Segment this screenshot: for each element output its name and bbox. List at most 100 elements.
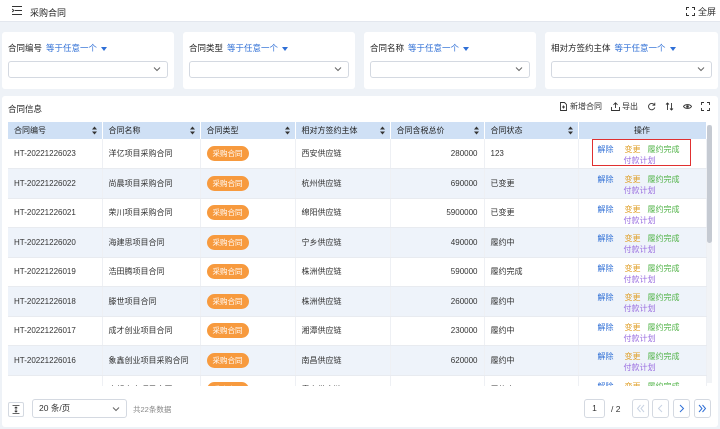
complete-link[interactable]: 履约完成 bbox=[648, 144, 680, 155]
sort-caret-icon[interactable] bbox=[567, 126, 573, 135]
sort-settings-button[interactable] bbox=[665, 102, 674, 111]
change-link[interactable]: 变更 bbox=[625, 292, 641, 303]
complete-link[interactable]: 履约完成 bbox=[648, 263, 680, 274]
filter-operator[interactable]: 等于任意一个 bbox=[46, 43, 97, 53]
table-fullscreen-button[interactable] bbox=[701, 102, 710, 111]
filter-operator[interactable]: 等于任意一个 bbox=[408, 43, 459, 53]
filter-select[interactable] bbox=[189, 61, 349, 78]
sort-caret-icon[interactable] bbox=[189, 126, 195, 135]
complete-link[interactable]: 履约完成 bbox=[648, 204, 680, 215]
prev-page-button[interactable] bbox=[652, 399, 669, 418]
table-row[interactable]: HT-20221226021 荣川项目采购合同 采购合同 绵阳供应链 5900000 已变… bbox=[8, 198, 707, 228]
chevron-down-icon bbox=[112, 407, 120, 412]
terminate-link[interactable]: 解除 bbox=[598, 204, 614, 215]
new-contract-button[interactable]: 新增合同 bbox=[559, 101, 602, 112]
filter-select[interactable] bbox=[551, 61, 712, 78]
table-row[interactable]: HT-20221226023 洋亿项目采购合同 采购合同 西安供应链 280000 123… bbox=[8, 139, 707, 169]
complete-link[interactable]: 履约完成 bbox=[648, 233, 680, 244]
cell-code: HT-20221226017 bbox=[8, 316, 103, 346]
next-page-button[interactable] bbox=[673, 399, 690, 418]
terminate-link[interactable]: 解除 bbox=[598, 351, 614, 362]
fullscreen-button[interactable]: 全屏 bbox=[685, 5, 716, 18]
caret-down-icon[interactable] bbox=[101, 46, 108, 51]
current-page-input[interactable]: 1 bbox=[584, 399, 605, 418]
caret-down-icon[interactable] bbox=[463, 46, 470, 51]
column-header-name[interactable]: 合同名称 bbox=[102, 122, 201, 139]
column-visibility-button[interactable] bbox=[683, 102, 692, 111]
payment-plan-link[interactable]: 付款计划 bbox=[624, 185, 656, 196]
complete-link[interactable]: 履约完成 bbox=[648, 381, 680, 387]
change-link[interactable]: 变更 bbox=[625, 204, 641, 215]
filter-label: 相对方签约主体 bbox=[551, 43, 611, 53]
terminate-link[interactable]: 解除 bbox=[598, 233, 614, 244]
terminate-link[interactable]: 解除 bbox=[598, 381, 614, 387]
table-row[interactable]: HT-20221226016 象鑫创业项目采购合同 采购合同 南昌供应链 620000 履… bbox=[8, 345, 707, 376]
contract-table: 合同编号 合同名称 合同类型 相对方签约主体 合同含税总价 合同状态 操作 HT… bbox=[8, 122, 708, 386]
change-link[interactable]: 变更 bbox=[625, 322, 641, 333]
sort-caret-icon[interactable] bbox=[91, 126, 97, 135]
complete-link[interactable]: 履约完成 bbox=[648, 292, 680, 303]
terminate-link[interactable]: 解除 bbox=[598, 174, 614, 185]
payment-plan-link[interactable]: 付款计划 bbox=[624, 333, 656, 344]
change-link[interactable]: 变更 bbox=[625, 144, 641, 155]
filter-label: 合同编号 bbox=[8, 43, 43, 53]
table-row[interactable]: HT-20221226017 成才创业项目合同 采购合同 湘潭供应链 230000 履约中… bbox=[8, 316, 707, 346]
contract-type-tag: 采购合同 bbox=[206, 205, 249, 221]
payment-plan-link[interactable]: 付款计划 bbox=[624, 303, 656, 314]
change-link[interactable]: 变更 bbox=[625, 174, 641, 185]
complete-link[interactable]: 履约完成 bbox=[648, 351, 680, 362]
filter-select[interactable] bbox=[370, 61, 530, 78]
column-header-type[interactable]: 合同类型 bbox=[200, 122, 296, 139]
caret-down-icon[interactable] bbox=[669, 46, 676, 51]
table-row[interactable]: HT-20221226022 尚晨项目采购合同 采购合同 杭州供应链 690000 已变更… bbox=[8, 168, 707, 199]
cell-name: 成才创业项目合同 bbox=[102, 316, 201, 346]
table-row[interactable]: HT-20221226018 滕世项目合同 采购合同 株洲供应链 260000 履约中 解除… bbox=[8, 286, 707, 317]
change-link[interactable]: 变更 bbox=[625, 233, 641, 244]
cell-code: HT-20221226019 bbox=[8, 257, 103, 287]
change-link[interactable]: 变更 bbox=[625, 381, 641, 387]
cell-actions: 解除变更履约完成付款计划 bbox=[578, 375, 707, 387]
terminate-link[interactable]: 解除 bbox=[598, 263, 614, 274]
complete-link[interactable]: 履约完成 bbox=[648, 174, 680, 185]
page-size-select[interactable]: 20 条/页 bbox=[32, 399, 127, 418]
chevron-right-icon bbox=[679, 404, 685, 413]
last-page-button[interactable] bbox=[694, 399, 711, 418]
payment-plan-link[interactable]: 付款计划 bbox=[624, 155, 656, 166]
column-header-party[interactable]: 相对方签约主体 bbox=[295, 122, 391, 139]
change-link[interactable]: 变更 bbox=[625, 351, 641, 362]
first-page-button[interactable] bbox=[632, 399, 649, 418]
refresh-button[interactable] bbox=[647, 102, 656, 111]
sort-caret-icon[interactable] bbox=[284, 126, 290, 135]
table-scrollbar[interactable] bbox=[707, 125, 712, 383]
table-row[interactable]: HT-20221226015富想之家项目合同采购合同青岛供应链5600000履约… bbox=[8, 375, 707, 387]
sort-caret-icon[interactable] bbox=[473, 126, 479, 135]
terminate-link[interactable]: 解除 bbox=[598, 292, 614, 303]
filter-operator[interactable]: 等于任意一个 bbox=[227, 43, 278, 53]
table-row[interactable]: HT-20221226020 海建思项目合同 采购合同 宁乡供应链 490000 履约中解… bbox=[8, 227, 707, 258]
double-chevron-right-icon bbox=[698, 404, 707, 413]
terminate-link[interactable]: 解除 bbox=[598, 322, 614, 333]
payment-plan-link[interactable]: 付款计划 bbox=[624, 274, 656, 285]
terminate-link[interactable]: 解除 bbox=[598, 144, 614, 155]
filter-select[interactable] bbox=[8, 61, 168, 78]
column-header-amount[interactable]: 合同含税总价 bbox=[390, 122, 485, 139]
filter-operator[interactable]: 等于任意一个 bbox=[615, 43, 666, 53]
payment-plan-link[interactable]: 付款计划 bbox=[624, 244, 656, 255]
export-button[interactable]: 导出 bbox=[611, 101, 638, 112]
menu-collapse-icon[interactable] bbox=[12, 6, 22, 15]
payment-plan-link[interactable]: 付款计划 bbox=[624, 215, 656, 226]
column-header-code[interactable]: 合同编号 bbox=[8, 122, 103, 139]
scrollbar-thumb[interactable] bbox=[707, 125, 712, 243]
column-header-actions: 操作 bbox=[578, 122, 707, 139]
filter-label: 合同名称 bbox=[370, 43, 405, 53]
new-contract-label: 新增合同 bbox=[570, 102, 602, 111]
payment-plan-link[interactable]: 付款计划 bbox=[624, 362, 656, 373]
table-row[interactable]: HT-20221226019 浩田腾项目合同 采购合同 株洲供应链 590000 履约完成… bbox=[8, 257, 707, 287]
column-header-status[interactable]: 合同状态 bbox=[484, 122, 579, 139]
complete-link[interactable]: 履约完成 bbox=[648, 322, 680, 333]
filter-contract-name: 合同名称 等于任意一个 bbox=[364, 32, 536, 89]
change-link[interactable]: 变更 bbox=[625, 263, 641, 274]
table-density-button[interactable] bbox=[8, 402, 24, 417]
caret-down-icon[interactable] bbox=[282, 46, 289, 51]
sort-caret-icon[interactable] bbox=[379, 126, 385, 135]
